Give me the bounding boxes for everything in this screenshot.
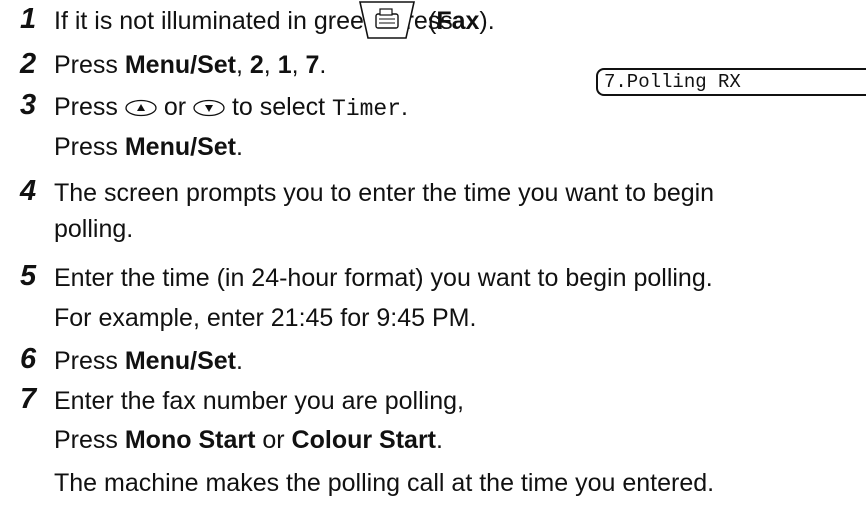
fax-key-name: Fax — [436, 7, 480, 35]
step-7-line2: Press Mono Start or Colour Start. — [54, 425, 443, 455]
period: . — [401, 93, 408, 121]
mono-start-key: Mono Start — [124, 426, 256, 454]
separator: , — [263, 51, 271, 79]
digit-key: 2 — [249, 51, 264, 79]
menu-set-key: Menu/Set — [124, 133, 236, 161]
menu-set-key: Menu/Set — [124, 51, 236, 79]
period: . — [235, 133, 243, 161]
step-5-example: For example, enter 21:45 for 9:45 PM. — [54, 304, 477, 332]
step-2-pre: Press — [54, 51, 118, 79]
step-number: 5 — [20, 260, 37, 292]
step-5-text: Enter the time (in 24-hour format) you w… — [54, 264, 713, 292]
step-7-result: The machine makes the polling call at th… — [54, 469, 715, 497]
lcd-display: 7.Polling RX — [596, 68, 866, 96]
step-3-pre: Press — [54, 93, 118, 121]
colour-start-key: Colour Start — [291, 426, 436, 454]
or-text: or — [262, 426, 285, 454]
step-number: 1 — [20, 3, 37, 35]
step-3-line2: Press Menu/Set. — [54, 132, 243, 162]
step-7-line2-pre: Press — [54, 426, 118, 454]
separator: , — [291, 51, 299, 79]
step-7-text: Enter the fax number you are polling, — [54, 387, 464, 415]
or-text: or — [163, 93, 187, 121]
step-4-text: The screen prompts you to enter the time… — [54, 179, 715, 207]
digit-key: 7 — [305, 51, 320, 79]
period: . — [319, 51, 327, 79]
step-4-text-cont: polling. — [54, 215, 134, 243]
digit-key: 1 — [277, 51, 292, 79]
step-number: 2 — [20, 48, 37, 80]
step-number: 3 — [20, 89, 37, 121]
period: . — [436, 426, 443, 454]
menu-set-key: Menu/Set — [124, 347, 236, 375]
step-number: 4 — [20, 175, 37, 207]
timer-option: Timer — [332, 96, 402, 122]
down-arrow-key-icon — [193, 100, 225, 117]
step-6-text: Press Menu/Set. — [54, 346, 243, 376]
period: . — [235, 347, 243, 375]
step-number: 6 — [20, 343, 37, 375]
step-3-mid: to select — [231, 93, 326, 121]
step-2-text: Press Menu/Set, 2, 1, 7. — [54, 50, 326, 80]
up-arrow-key-icon — [125, 100, 157, 117]
separator: , — [235, 51, 243, 79]
fax-key-label: (Fax). — [428, 7, 495, 35]
step-3-text: Press or to select Timer. — [54, 92, 408, 124]
step-6-pre: Press — [54, 347, 118, 375]
step-3-line2-pre: Press — [54, 133, 118, 161]
step-number: 7 — [20, 383, 37, 415]
fax-key-icon — [359, 1, 415, 39]
